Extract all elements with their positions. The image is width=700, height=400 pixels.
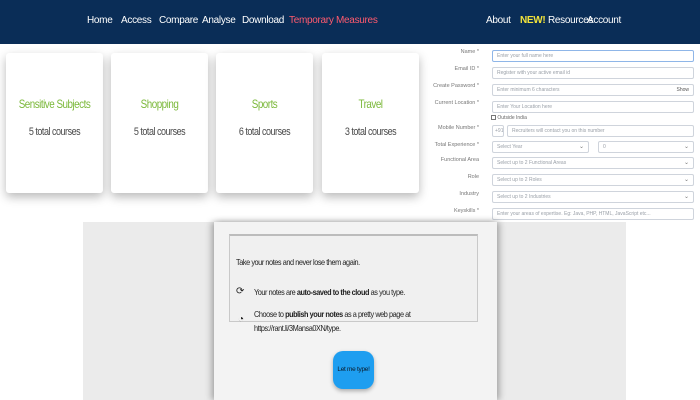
name-input[interactable]: Enter your full name here	[492, 50, 694, 62]
nav-access[interactable]: Access	[121, 15, 152, 26]
location-label: Current Location *	[434, 100, 479, 106]
role-label: Role	[467, 174, 479, 180]
chevron-down-icon: ⌄	[683, 194, 689, 200]
auto-save-prefix: Your notes are	[254, 287, 297, 297]
let-me-type-button[interactable]: Let me type!	[333, 351, 374, 389]
show-password-toggle[interactable]: Show	[676, 87, 689, 93]
password-label: Create Password *	[433, 83, 479, 89]
publish-line: Choose to publish your notes as a pretty…	[254, 309, 411, 319]
card-course-count: 3 total courses	[344, 126, 397, 138]
experience-label: Total Experience *	[434, 142, 479, 148]
keyskills-input[interactable]: Enter your areas of expertise. Eg: Java,…	[492, 208, 694, 220]
industry-select[interactable]: Select up to 2 Industries ⌄	[492, 191, 694, 203]
card-course-count: 6 total courses	[238, 126, 291, 138]
card-title: Travel	[358, 97, 383, 111]
auto-save-suffix: as you type.	[369, 287, 406, 297]
role-placeholder: Select up to 2 Roles	[497, 177, 542, 183]
card-title: Sports	[251, 97, 278, 111]
nav-account[interactable]: Account	[587, 15, 621, 26]
course-card-sports[interactable]: Sports 6 total courses	[216, 53, 313, 193]
nav-about[interactable]: About	[486, 15, 511, 26]
outside-india-checkbox[interactable]	[491, 115, 496, 121]
functional-area-label: Functional Area	[440, 157, 479, 163]
functional-area-select[interactable]: Select up to 2 Functional Areas ⌄	[492, 157, 694, 169]
mobile-input[interactable]: Recruiters will contact you on this numb…	[507, 125, 694, 137]
chevron-down-icon: ⌄	[683, 144, 689, 150]
experience-month-select[interactable]: 0 ⌄	[598, 141, 694, 153]
nav-analyse[interactable]: Analyse	[202, 15, 236, 26]
mobile-label: Mobile Number *	[438, 125, 479, 131]
role-select[interactable]: Select up to 2 Roles ⌄	[492, 174, 694, 186]
card-title: Shopping	[140, 97, 179, 111]
chevron-down-icon: ⌄	[578, 144, 584, 150]
nav-compare[interactable]: Compare	[159, 15, 198, 26]
industry-placeholder: Select up to 2 Industries	[497, 194, 551, 200]
email-input[interactable]: Register with your active email id	[492, 67, 694, 79]
location-input[interactable]: Enter Your Location here	[492, 101, 694, 113]
experience-year-value: Select Year	[497, 144, 523, 150]
name-label: Name *	[460, 49, 479, 55]
notes-intro: Take your notes and never lose them agai…	[236, 257, 360, 267]
card-course-count: 5 total courses	[133, 126, 186, 138]
publish-suffix: as a pretty web page at	[342, 309, 411, 319]
password-input[interactable]: Enter minimum 6 characters Show	[492, 84, 694, 96]
functional-area-placeholder: Select up to 2 Functional Areas	[497, 160, 567, 166]
keyskills-label: Keyskills *	[453, 208, 479, 214]
chevron-down-icon: ⌄	[683, 160, 689, 166]
card-title: Sensitive Subjects	[18, 97, 91, 111]
card-course-count: 5 total courses	[28, 126, 81, 138]
top-nav-bar: Home Access Compare Analyse Download Tem…	[0, 0, 700, 44]
email-label: Email ID *	[454, 66, 479, 72]
chevron-down-icon: ⌄	[683, 177, 689, 183]
publish-prefix: Choose to	[254, 309, 286, 319]
country-code-field[interactable]: +91	[492, 125, 504, 137]
auto-save-emphasis: auto-saved to the cloud	[296, 287, 370, 297]
registration-form: Name * Enter your full name here Email I…	[430, 44, 700, 222]
auto-save-line: Your notes are auto-saved to the cloud a…	[254, 287, 405, 297]
experience-year-select[interactable]: Select Year ⌄	[492, 141, 589, 153]
nav-home[interactable]: Home	[87, 15, 113, 26]
course-card-travel[interactable]: Travel 3 total courses	[322, 53, 419, 193]
nav-temporary-measures[interactable]: Temporary Measures	[289, 15, 378, 26]
outside-india-option[interactable]: Outside India	[491, 115, 527, 121]
publish-icon: ◔	[238, 314, 245, 325]
outside-india-label: Outside India	[497, 115, 527, 121]
course-card-sensitive-subjects[interactable]: Sensitive Subjects 5 total courses	[6, 53, 103, 193]
cloud-sync-icon: ⟳	[236, 286, 245, 297]
experience-month-value: 0	[603, 144, 606, 150]
page: Home Access Compare Analyse Download Tem…	[0, 0, 700, 400]
course-card-shopping[interactable]: Shopping 5 total courses	[111, 53, 208, 193]
publish-url: https://rant.li/3Mansa0XN/type.	[254, 323, 341, 333]
nav-download[interactable]: Download	[242, 15, 284, 26]
industry-label: Industry	[459, 191, 479, 197]
new-badge: NEW!	[520, 15, 546, 26]
publish-emphasis: publish your notes	[285, 309, 343, 319]
nav-resources[interactable]: NEW! Resources	[520, 15, 593, 26]
password-placeholder: Enter minimum 6 characters	[497, 87, 560, 93]
